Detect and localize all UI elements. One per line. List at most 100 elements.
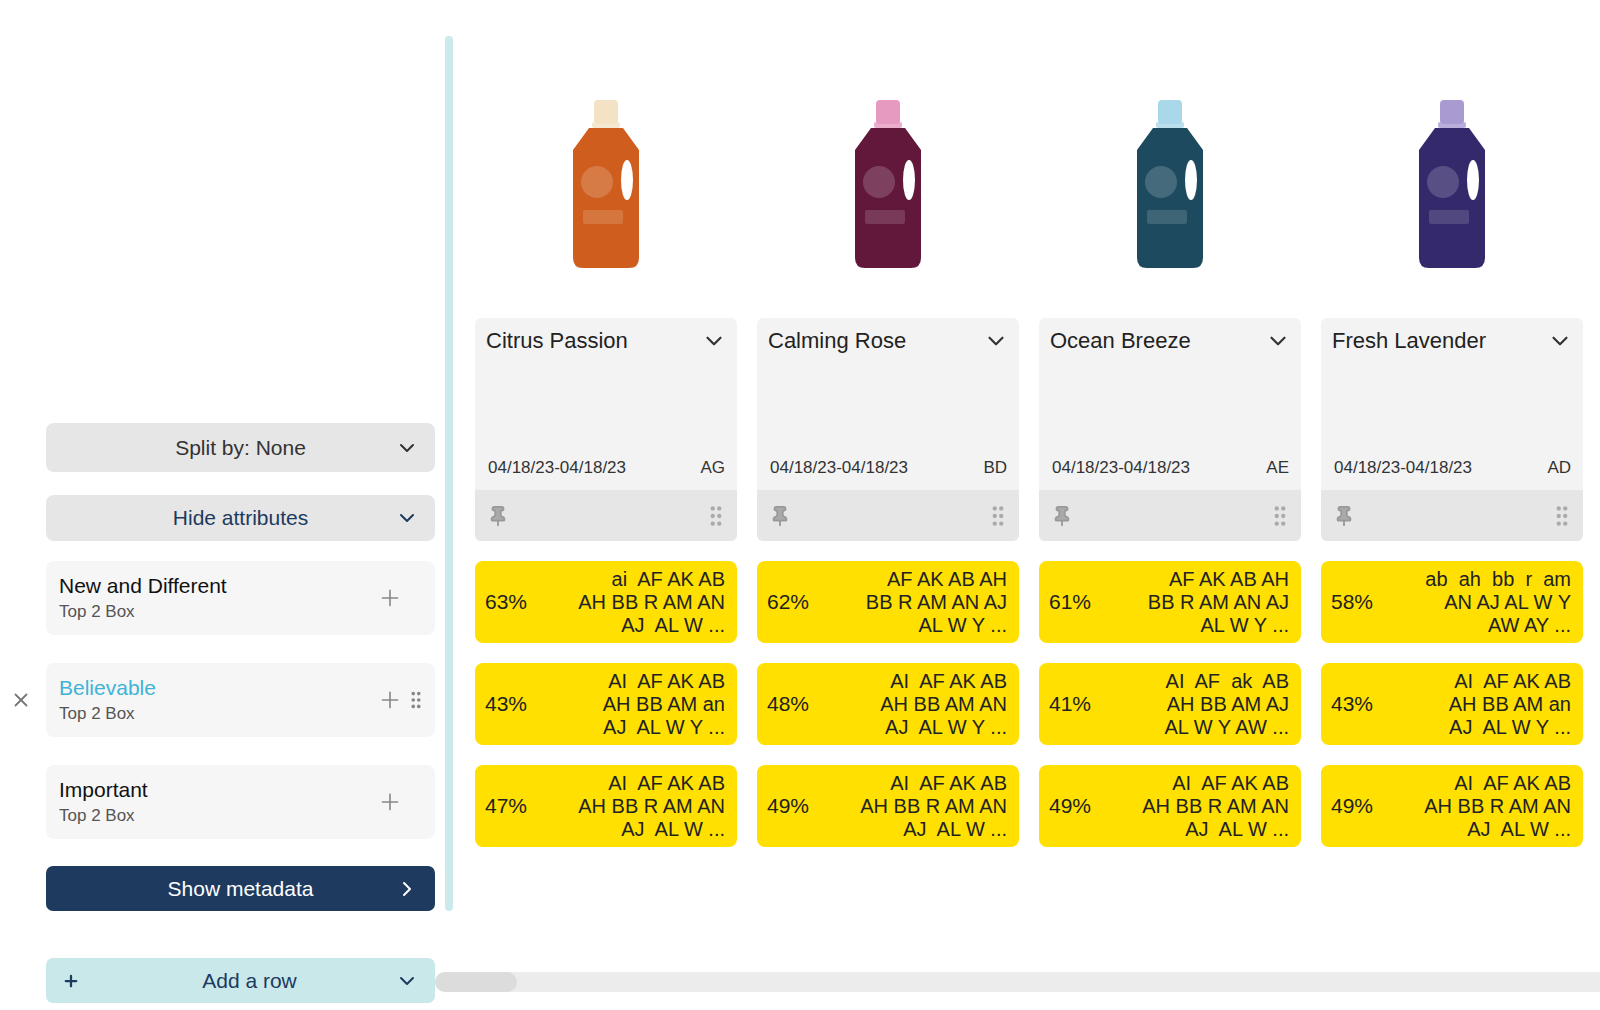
scrollbar-thumb[interactable] xyxy=(435,972,517,992)
code-line: AL W Y AW ... xyxy=(1107,716,1289,739)
pin-icon[interactable] xyxy=(487,505,509,527)
score-value: 47% xyxy=(485,794,543,818)
code-line: ab ah bb r am xyxy=(1389,568,1571,591)
code-line: AI AF AK AB xyxy=(543,772,725,795)
score-cell[interactable]: 58%ab ah bb r amAN AJ AL W YAW AY ... xyxy=(1321,561,1583,643)
code-line: AJ AL W Y ... xyxy=(1389,716,1571,739)
product-image xyxy=(565,100,647,270)
attribute-row[interactable]: New and DifferentTop 2 Box xyxy=(46,561,435,635)
score-cell[interactable]: 43%AI AF AK ABAH BB AM anAJ AL W Y ... xyxy=(1321,663,1583,745)
product-image xyxy=(847,100,929,270)
code-line: AJ AL W Y ... xyxy=(825,716,1007,739)
product-header: Fresh Lavender04/18/23-04/18/23AD xyxy=(1321,318,1583,541)
score-cell[interactable]: 49%AI AF AK ABAH BB R AM ANAJ AL W ... xyxy=(1321,765,1583,847)
product-column: Fresh Lavender04/18/23-04/18/23AD58%ab a… xyxy=(1321,0,1583,847)
code-line: AH BB AM AN xyxy=(825,693,1007,716)
product-meta: 04/18/23-04/18/23AG xyxy=(475,458,737,490)
drag-handle-icon[interactable] xyxy=(1549,503,1575,529)
score-cell[interactable]: 61%AF AK AB AHBB R AM AN AJAL W Y ... xyxy=(1039,561,1301,643)
add-icon[interactable] xyxy=(377,687,403,713)
significance-codes: AI AF AK ABAH BB R AM ANAJ AL W ... xyxy=(543,772,725,841)
code-line: AI AF AK AB xyxy=(543,670,725,693)
drag-handle-icon[interactable] xyxy=(1267,503,1293,529)
product-image xyxy=(1129,100,1211,270)
code-line: AJ AL W ... xyxy=(1107,818,1289,841)
remove-icon[interactable] xyxy=(10,689,32,711)
product-column: Ocean Breeze 04/18/23-04/18/23 AE 61%AF AK … xyxy=(1039,0,1301,847)
product-date: 04/18/23-04/18/23 xyxy=(1052,458,1190,478)
score-cell[interactable]: 49%AI AF AK ABAH BB R AM ANAJ AL W ... xyxy=(1039,765,1301,847)
hide-attributes-label: Hide attributes xyxy=(62,506,395,530)
drag-handle-icon[interactable] xyxy=(703,503,729,529)
product-title-row[interactable]: Calming Rose xyxy=(757,318,1019,354)
code-line: AI AF AK AB xyxy=(1389,670,1571,693)
significance-codes: ab ah bb r amAN AJ AL W YAW AY ... xyxy=(1389,568,1571,637)
product-name: Calming Rose xyxy=(768,328,983,354)
product-date: 04/18/23-04/18/23 xyxy=(1334,458,1472,478)
add-row-button[interactable]: Add a row xyxy=(46,958,435,1003)
product-title-row[interactable]: Fresh Lavender xyxy=(1321,318,1583,354)
chevron-right-icon xyxy=(395,877,419,901)
significance-codes: AI AF AK ABAH BB AM anAJ AL W Y ... xyxy=(1389,670,1571,739)
score-cell[interactable]: 41%AI AF ak ABAH BB AM AJAL W Y AW ... xyxy=(1039,663,1301,745)
drag-handle-icon[interactable] xyxy=(405,689,427,711)
code-line: AH BB R AM AN xyxy=(825,795,1007,818)
score-cell[interactable]: 62%AF AK AB AHBB R AM AN AJAL W Y ... xyxy=(757,561,1019,643)
product-actions xyxy=(475,490,737,541)
code-line: AI AF AK AB xyxy=(1389,772,1571,795)
code-line: BB R AM AN AJ xyxy=(1107,591,1289,614)
product-title-row[interactable]: Ocean Breeze xyxy=(1039,318,1301,354)
significance-codes: AF AK AB AHBB R AM AN AJAL W Y ... xyxy=(1107,568,1289,637)
pin-icon[interactable] xyxy=(1051,505,1073,527)
score-value: 49% xyxy=(1049,794,1107,818)
score-cell[interactable]: 49%AI AF AK ABAH BB R AM ANAJ AL W ... xyxy=(757,765,1019,847)
code-line: AF AK AB AH xyxy=(825,568,1007,591)
plus-icon xyxy=(62,972,80,990)
attribute-name: New and Different xyxy=(59,574,377,598)
add-icon[interactable] xyxy=(377,585,403,611)
score-cell[interactable]: 63%ai AF AK ABAH BB R AM ANAJ AL W ... xyxy=(475,561,737,643)
score-value: 49% xyxy=(1331,794,1389,818)
code-line: AH BB AM an xyxy=(1389,693,1571,716)
score-cell[interactable]: 43%AI AF AK ABAH BB AM anAJ AL W Y ... xyxy=(475,663,737,745)
product-meta: 04/18/23-04/18/23 AE xyxy=(1039,458,1301,490)
score-cell[interactable]: 47%AI AF AK ABAH BB R AM ANAJ AL W ... xyxy=(475,765,737,847)
chevron-down-icon[interactable] xyxy=(701,328,727,354)
panel-divider[interactable] xyxy=(445,36,453,911)
score-value: 41% xyxy=(1049,692,1107,716)
code-line: AF AK AB AH xyxy=(1107,568,1289,591)
attribute-row[interactable]: ImportantTop 2 Box xyxy=(46,765,435,839)
score-cell[interactable]: 48%AI AF AK ABAH BB AM ANAJ AL W Y ... xyxy=(757,663,1019,745)
code-line: AH BB AM an xyxy=(543,693,725,716)
attribute-metric: Top 2 Box xyxy=(59,704,377,724)
significance-codes: AI AF ak ABAH BB AM AJAL W Y AW ... xyxy=(1107,670,1289,739)
drag-handle-icon[interactable] xyxy=(985,503,1011,529)
product-name: Ocean Breeze xyxy=(1050,328,1265,354)
chevron-down-icon[interactable] xyxy=(1547,328,1573,354)
hide-attributes-dropdown[interactable]: Hide attributes xyxy=(46,495,435,541)
code-line: AI AF AK AB xyxy=(825,670,1007,693)
pin-icon[interactable] xyxy=(1333,505,1355,527)
code-line: AH BB R AM AN xyxy=(1107,795,1289,818)
product-code: AE xyxy=(1266,458,1289,478)
product-title-row[interactable]: Citrus Passion xyxy=(475,318,737,354)
attribute-row[interactable]: BelievableTop 2 Box xyxy=(46,663,435,737)
page: Split by: None Hide attributes New and Dif… xyxy=(0,0,1600,1010)
product-image-area xyxy=(475,0,737,318)
horizontal-scrollbar[interactable] xyxy=(435,972,1600,992)
product-columns: Citrus Passion 04/18/23-04/18/23AG 63%ai A… xyxy=(453,0,1583,847)
split-by-dropdown[interactable]: Split by: None xyxy=(46,423,435,472)
product-column: Citrus Passion 04/18/23-04/18/23AG 63%ai A… xyxy=(475,0,737,847)
add-icon[interactable] xyxy=(377,789,403,815)
significance-codes: ai AF AK ABAH BB R AM ANAJ AL W ... xyxy=(543,568,725,637)
chevron-down-icon[interactable] xyxy=(1265,328,1291,354)
product-image xyxy=(1411,100,1493,270)
chevron-down-icon[interactable] xyxy=(983,328,1009,354)
pin-icon[interactable] xyxy=(769,505,791,527)
code-line: AI AF ak AB xyxy=(1107,670,1289,693)
show-metadata-button[interactable]: Show metadata xyxy=(46,866,435,911)
score-value: 61% xyxy=(1049,590,1107,614)
product-image-area xyxy=(757,0,1019,318)
product-date: 04/18/23-04/18/23 xyxy=(770,458,908,478)
score-value: 58% xyxy=(1331,590,1389,614)
